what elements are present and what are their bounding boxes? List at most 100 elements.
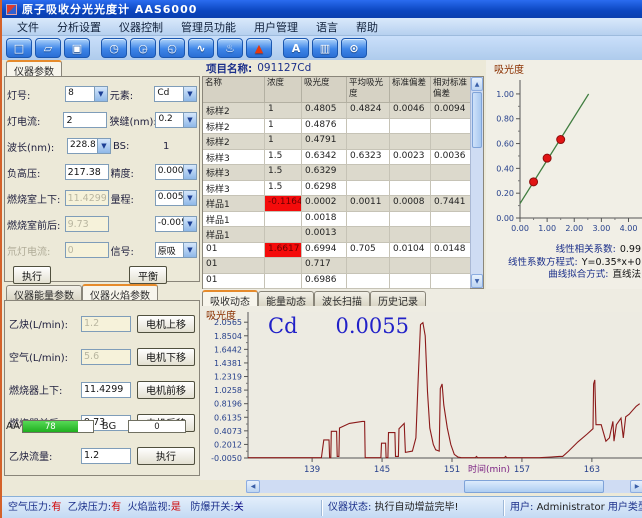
menu-item[interactable]: 管理员功能 [172,18,245,36]
table-row[interactable]: 01 0.6986 [203,274,470,290]
signal-meters: AA 78 BG 0 [4,418,196,434]
chevron-down-icon[interactable]: ▼ [183,87,196,101]
c2h2-label: 乙炔(L/min): [9,316,81,331]
col-header-rel-std-dev[interactable]: 相对标准偏差 [431,77,470,103]
balance-button[interactable]: 平衡 [129,266,167,284]
wavelength-scan-button[interactable]: ∿ [188,38,214,58]
lamp-no-select[interactable]: 8▼ [65,86,108,102]
table-row[interactable]: 样品1 0.0013 [203,227,470,243]
scroll-right-icon[interactable]: ▶ [630,480,642,493]
svg-text:0.80: 0.80 [496,115,514,124]
chevron-down-icon[interactable]: ▼ [183,243,196,257]
window-title: 原子吸收分光光度计 AAS6000 [22,1,197,17]
signal-select[interactable]: 原吸▼ [155,242,197,258]
table-row[interactable]: 01 1.6617 0.6994 0.705 0.0104 0.0148 [203,243,470,259]
table-row[interactable]: 标样3 1.5 0.6298 [203,181,470,197]
tab-energy-dynamics[interactable]: 能量动态 [258,291,314,306]
chevron-down-icon[interactable]: ▼ [94,87,107,101]
menu-item[interactable]: 文件 [8,18,48,36]
scroll-left-icon[interactable]: ◀ [246,480,260,493]
scrollbar-thumb[interactable] [472,92,482,148]
power-button[interactable]: ⊙ [341,38,367,58]
chevron-down-icon[interactable]: ▼ [183,113,196,127]
motor-up-button[interactable]: 电机上移 [137,315,195,333]
flame-execute-button[interactable]: 执行 [137,447,195,465]
autozero-button[interactable]: A [283,38,309,58]
lamp-meter-button[interactable]: ◷ [101,38,127,58]
print-button[interactable]: ▥ [312,38,338,58]
slit-select[interactable]: 0.2▼ [155,112,197,128]
svg-text:0.20: 0.20 [496,189,514,198]
save-icon: ▣ [72,43,82,54]
c2h2-flow-input[interactable] [81,448,131,464]
chevron-down-icon[interactable]: ▼ [183,217,196,231]
save-button[interactable]: ▣ [64,38,90,58]
tab-wavelength-scan[interactable]: 波长扫描 [314,291,370,306]
col-header-avg-absorbance[interactable]: 平均吸光度 [347,77,390,103]
energy-meter-button[interactable]: ◶ [130,38,156,58]
svg-text:0.6135: 0.6135 [214,413,242,422]
titlebar: 原子吸收分光光度计 AAS6000 [2,0,642,18]
scrollbar-thumb[interactable] [464,480,605,493]
chevron-down-icon[interactable]: ▼ [183,191,196,205]
lamp-meter-icon: ◷ [109,43,119,54]
new-project-button[interactable]: □ [6,38,32,58]
motor-forward-button[interactable]: 电机前移 [137,381,195,399]
menu-item[interactable]: 仪器控制 [110,18,172,36]
burner-updown-input[interactable] [81,382,131,398]
svg-text:时间(min): 时间(min) [468,463,510,475]
flame-params-panel: 乙炔(L/min): 电机上移 空气(L/min): 电机下移 燃烧器上下: 电… [4,300,200,476]
col-header-std-dev[interactable]: 标准偏差 [390,77,431,103]
tab-history[interactable]: 历史记录 [370,291,426,306]
svg-text:2.00: 2.00 [565,224,583,233]
table-row[interactable]: 01 0.717 [203,258,470,274]
status-user: 用户: Administrator 用户类型: Administrator [504,500,642,516]
menu-item[interactable]: 语言 [307,18,347,36]
table-row[interactable]: 标样3 1.5 0.6329 [203,165,470,181]
chevron-down-icon[interactable]: ▼ [183,165,196,179]
range-select[interactable]: 0.0050▼ [155,190,197,206]
wavelength-select[interactable]: 228.8▼ [67,138,111,154]
table-row[interactable]: 样品1 0.0018 [203,212,470,228]
menu-item[interactable]: 帮助 [347,18,387,36]
col-header-name[interactable]: 名称 [203,77,265,103]
tab-instrument-params[interactable]: 仪器参数 [6,60,62,76]
table-row[interactable]: 标样3 1.5 0.6342 0.6323 0.0023 0.0036 [203,150,470,166]
table-row[interactable]: 样品1 -0.1164 0.0002 0.0011 0.0008 0.7441 [203,196,470,212]
letter-a-icon: A [292,43,301,54]
status-interlocks: 空气压力:有 乙炔压力:有 火焰监视:是 防爆开关:关 [2,500,322,516]
aas6000-window: 原子吸收分光光度计 AAS6000 文件分析设置仪器控制管理员功能用户管理语言帮… [0,0,642,518]
table-vertical-scrollbar[interactable]: ▲ ▼ [470,77,483,288]
menu-item[interactable]: 分析设置 [48,18,110,36]
tab-energy-params[interactable]: 仪器能量参数 [6,285,82,300]
burner-button[interactable]: ♨ [217,38,243,58]
col-header-absorbance[interactable]: 吸光度 [302,77,347,103]
lamp-current-input[interactable] [63,112,107,128]
flame-icon: ▲ [255,43,263,54]
ignite-flame-button[interactable]: ▲ [246,38,272,58]
tab-flame-params[interactable]: 仪器火焰参数 [82,284,158,300]
menu-item[interactable]: 用户管理 [245,18,307,36]
open-project-button[interactable]: ▱ [35,38,61,58]
wavelength-peaks-icon: ∿ [196,43,205,54]
motor-down-button[interactable]: 电机下移 [137,348,195,366]
scroll-up-icon[interactable]: ▲ [471,77,483,91]
scroll-down-icon[interactable]: ▼ [471,274,483,288]
gain-meter-button[interactable]: ◵ [159,38,185,58]
neg-hv-input[interactable] [65,164,109,180]
element-select[interactable]: Cd▼ [154,86,197,102]
table-row[interactable]: 标样2 1 0.4805 0.4824 0.0046 0.0094 [203,103,470,119]
bg-label: BG [94,421,124,432]
table-row[interactable]: 标样2 1 0.4876 [203,119,470,135]
chevron-down-icon[interactable]: ▼ [97,139,110,153]
tab-absorbance-dynamics[interactable]: 吸收动态 [202,290,258,306]
range2-select[interactable]: -0.0050▼ [155,216,197,232]
equation-value: Y=0.35*x+0 [582,257,641,270]
table-row[interactable]: 标样2 1 0.4791 [203,134,470,150]
col-header-concentration[interactable]: 浓度 [265,77,302,103]
calibration-ylabel: 吸光度 [486,60,642,76]
app-icon [6,4,17,15]
execute-button[interactable]: 执行 [13,266,51,284]
precision-select[interactable]: 0.0000▼ [155,164,197,180]
dynamics-horizontal-scrollbar[interactable]: ◀ ▶ [246,480,642,493]
